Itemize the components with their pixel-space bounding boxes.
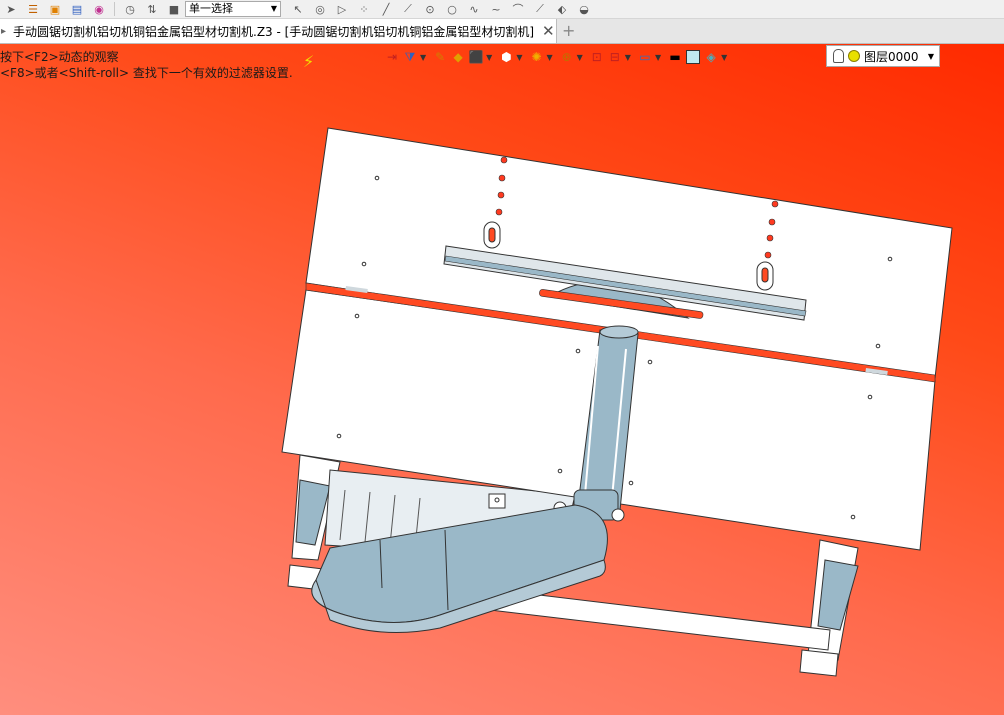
top-toolbar: ➤ ☰ ▣ ▤ ◉ ◷ ⇅ ■ 单一选择 ▼ ↖ ◎ ▷ ⁘ ╱ ⟋ ⊙ ○ ∿… [0,0,1004,19]
select-mode-value: 单一选择 [189,2,233,15]
3d-viewport[interactable]: 按下<F2>动态的观察 <F8>或者<Shift-roll> 查找下一个有效的过… [0,44,1004,715]
nodes-icon[interactable]: ⁘ [356,2,372,16]
exit-icon[interactable]: ⇥ [384,49,400,65]
bulb-icon [833,49,844,63]
line-color-icon[interactable]: ▬ [667,49,683,65]
hint-line-2: <F8>或者<Shift-roll> 查找下一个有效的过滤器设置. [0,66,293,80]
chevron-down-icon: ▼ [270,4,277,13]
cup-icon[interactable]: ◒ [576,2,592,16]
new-tab-button[interactable]: + [562,21,575,40]
chevron-down-icon[interactable]: ▼ [625,53,631,62]
wave-icon[interactable]: ~ [488,2,504,16]
open-icon[interactable]: ▣ [47,2,63,16]
chevron-down-icon[interactable]: ▼ [486,53,492,62]
select-mode-dropdown[interactable]: 单一选择 ▼ [185,1,281,17]
stop-icon[interactable]: ■ [166,2,182,16]
sort-icon[interactable]: ⇅ [144,2,160,16]
zoom-icon[interactable]: ⊕ [559,49,575,65]
tab-arrow-icon: ▸ [1,25,7,37]
layer-color-icon [848,50,860,62]
chevron-down-icon[interactable]: ▼ [546,53,552,62]
filter-icon[interactable]: ⧩ [402,49,418,65]
foot-right [799,649,839,677]
document-tabbar: ▸ 手动圆锯切割机铝切机铜铝金属铝型材切割机.Z3 - [手动圆锯切割机铝切机铜… [0,19,1004,44]
arrow-icon[interactable]: ➤ [3,2,19,16]
save-icon[interactable]: ▤ [69,2,85,16]
fill-color-icon[interactable] [685,49,701,65]
layer-dropdown[interactable]: 图层0000 ▼ [826,45,940,67]
fit-icon[interactable]: ⊡ [589,49,605,65]
list-icon[interactable]: ☰ [25,2,41,16]
column-top [599,325,639,339]
circle2-icon[interactable]: ○ [444,2,460,16]
document-tab-title: 手动圆锯切割机铝切机铜铝金属铝型材切割机.Z3 - [手动圆锯切割机铝切机铜铝金… [13,24,534,39]
arc-icon[interactable]: ⌒ [510,2,526,16]
material-icon[interactable]: ◈ [703,49,719,65]
pin-icon[interactable]: ⟋ [532,2,548,16]
pointer-icon[interactable]: ↖ [290,2,306,16]
lightning-icon: ⚡ [303,52,315,71]
hint-line-1: 按下<F2>动态的观察 [0,50,119,64]
cad-model[interactable] [0,44,1004,715]
chevron-down-icon[interactable]: ▼ [655,53,661,62]
print-icon[interactable]: ◉ [91,2,107,16]
section-icon[interactable]: ⊟ [607,49,623,65]
close-icon[interactable]: ✕ [542,22,555,40]
layer-value: 图层0000 [864,49,919,64]
cube-icon[interactable]: ⬛ [468,49,484,65]
chevron-down-icon[interactable]: ▼ [577,53,583,62]
render-icon[interactable]: ✺ [528,49,544,65]
curve-icon[interactable]: ∿ [466,2,482,16]
chevron-down-icon[interactable]: ▼ [516,53,522,62]
document-tab[interactable]: ▸ 手动圆锯切割机铝切机铜铝金属铝型材切割机.Z3 - [手动圆锯切割机铝切机铜… [0,19,557,43]
chevron-down-icon: ▼ [927,51,934,61]
cube-white-icon[interactable]: ⬢ [498,49,514,65]
leg-right-brace [817,559,859,631]
play-icon[interactable]: ▷ [334,2,350,16]
box-icon[interactable]: ◆ [450,49,466,65]
shape-icon[interactable]: ⬖ [554,2,570,16]
chevron-down-icon[interactable]: ▼ [420,53,426,62]
chevron-down-icon[interactable]: ▼ [721,53,727,62]
display-icon[interactable]: ▭ [637,49,653,65]
line-icon[interactable]: ╱ [378,2,394,16]
toolbar-separator [114,2,115,16]
eye-icon[interactable]: ◎ [312,2,328,16]
clock-icon[interactable]: ◷ [122,2,138,16]
pencil-icon[interactable]: ✎ [432,49,448,65]
line2-icon[interactable]: ⟋ [400,2,416,16]
circle-icon[interactable]: ⊙ [422,2,438,16]
view-toolbar: ⇥ ⧩ ▼ ✎ ◆ ⬛ ▼ ⬢ ▼ ✺ ▼ ⊕ ▼ ⊡ ⊟ ▼ ▭ ▼ ▬ ◈ ▼ [384,47,733,67]
